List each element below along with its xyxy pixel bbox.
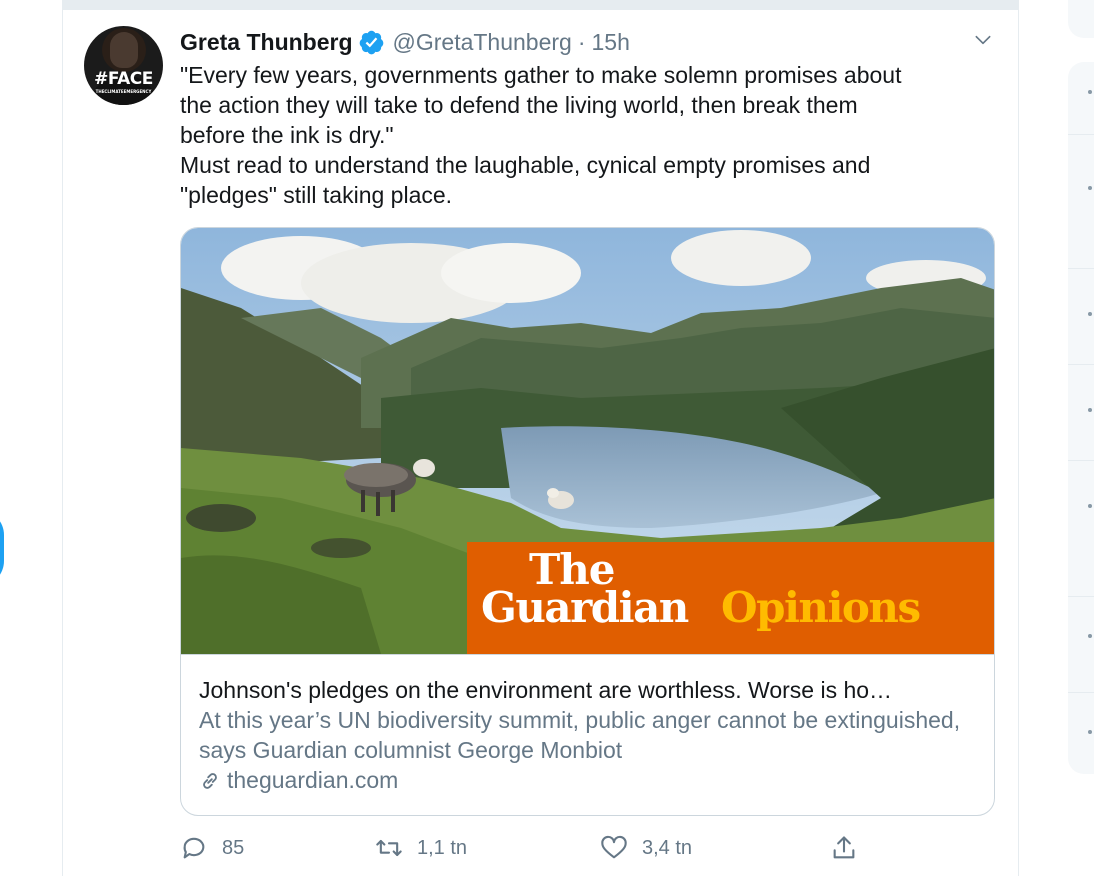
previous-tweet-divider [63,0,1018,10]
separator-dot: · [577,28,586,55]
author-name[interactable]: Greta Thunberg [180,29,353,56]
tweet-text-line: the action they will take to defend the … [180,92,858,118]
card-domain-text: theguardian.com [227,767,399,793]
right-panel-trends [1068,62,1094,774]
like-button[interactable]: 3,4 tn [600,828,692,868]
card-description: At this year’s UN biodiversity summit, p… [199,707,961,763]
tweet-timestamp[interactable]: 15h [592,29,630,56]
avatar-tag-text: #FACE [94,69,153,89]
logo-guardian: Guardian [481,583,689,632]
chevron-down-icon[interactable] [972,30,994,50]
retweet-button[interactable]: 1,1 tn [375,828,467,868]
guardian-opinions-logo: The Guardian Opinions [481,546,981,646]
timeline-column: #FACE THECLIMATEEMERGENCY Greta Thunberg… [62,0,1019,876]
compose-tweet-button[interactable] [0,510,4,586]
reply-icon [183,837,205,859]
tweet-header: Greta Thunberg @GretaThunberg · 15h [180,27,630,57]
card-domain: theguardian.com [199,767,398,794]
tweet-text-line: "pledges" still taking place. [180,182,453,208]
tweet-text-line: "Every few years, governments gather to … [180,62,902,88]
retweet-icon [376,839,402,857]
share-icon [833,836,855,859]
reply-count: 85 [222,836,245,859]
card-image[interactable]: The Guardian Opinions [181,228,994,654]
logo-opinions: Opinions [721,583,921,632]
card-title: Johnson's pledges on the environment are… [199,677,893,703]
tweet-text: "Every few years, governments gather to … [180,60,990,210]
share-button[interactable] [830,828,872,868]
tweet-text-line: before the ink is dry." [180,122,394,148]
retweet-count: 1,1 tn [417,836,468,859]
reply-button[interactable]: 85 [180,828,244,868]
tweet-actions: 85 1,1 tn 3,4 tn [180,828,880,868]
link-icon [203,772,217,789]
verified-badge-icon [359,30,383,54]
tweet[interactable]: #FACE THECLIMATEEMERGENCY Greta Thunberg… [63,10,1018,876]
avatar[interactable]: #FACE THECLIMATEEMERGENCY [84,26,163,105]
card-body[interactable]: Johnson's pledges on the environment are… [181,654,994,815]
like-icon [601,835,627,859]
author-handle[interactable]: @GretaThunberg [393,29,572,56]
link-preview-card[interactable]: The Guardian Opinions Johnson's pledges … [180,227,995,816]
right-panel-search[interactable] [1068,0,1094,38]
avatar-sub-text: THECLIMATEEMERGENCY [95,89,152,94]
tweet-text-line: Must read to understand the laughable, c… [180,152,871,178]
like-count: 3,4 tn [642,836,693,859]
left-sidebar [0,0,62,876]
